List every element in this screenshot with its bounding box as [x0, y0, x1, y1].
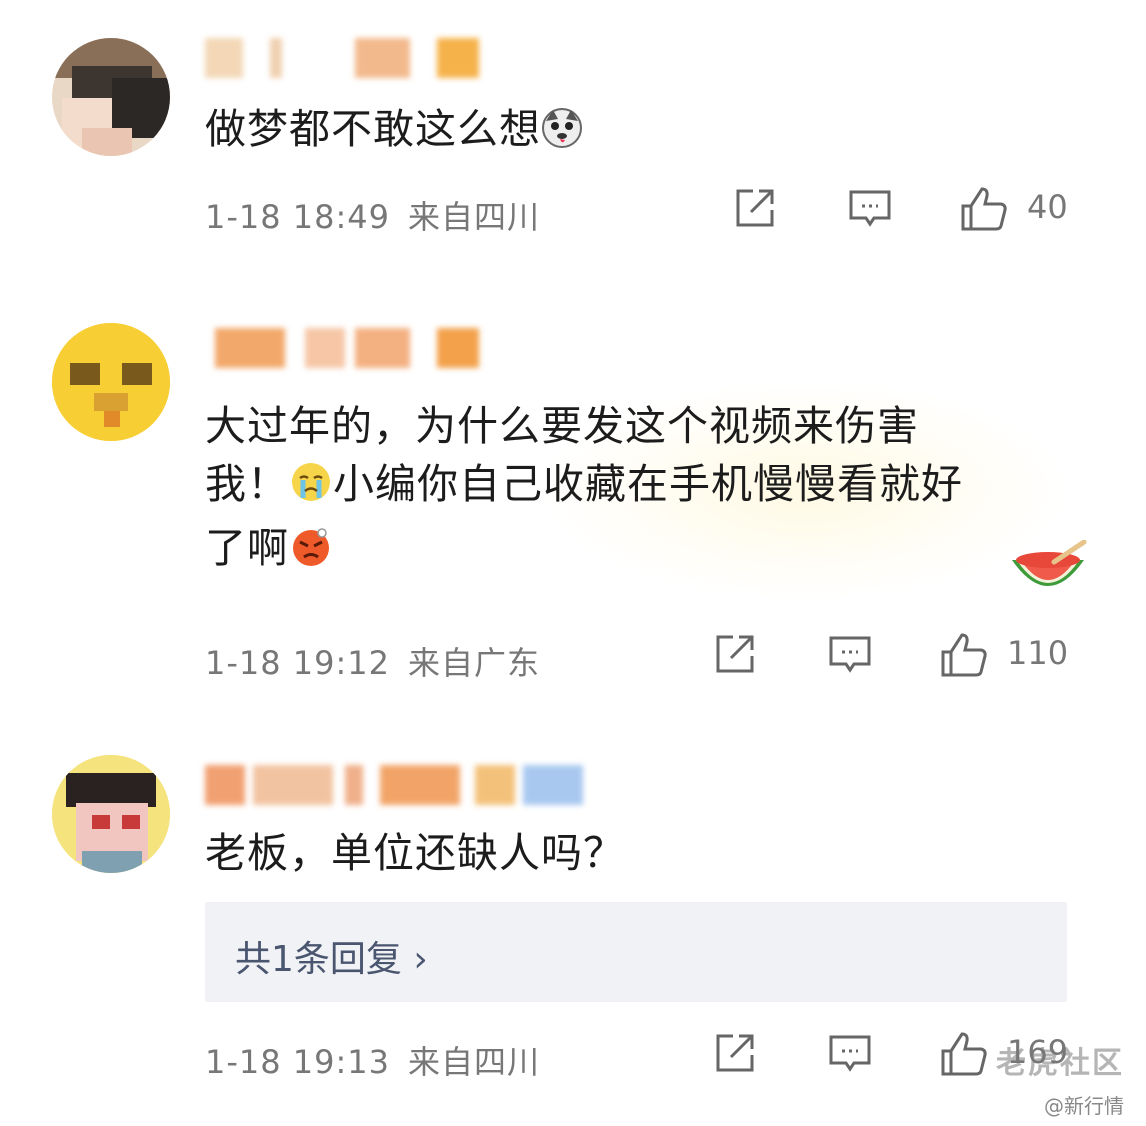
angry-emoji-icon — [289, 524, 333, 583]
like-icon[interactable] — [940, 632, 988, 682]
comment-icon[interactable] — [828, 632, 872, 680]
comment-text-line-1: 大过年的，为什么要发这个视频来伤害 — [205, 402, 919, 450]
comment-icon[interactable] — [828, 1031, 872, 1079]
avatar[interactable] — [52, 38, 170, 156]
share-icon[interactable] — [733, 186, 777, 234]
like-count: 110 — [1007, 634, 1069, 672]
comment-actions: 110 — [0, 632, 1146, 680]
avatar[interactable] — [52, 323, 170, 441]
watermelon-sticker-icon — [1008, 539, 1088, 610]
husky-emoji-icon — [541, 106, 583, 164]
like-icon[interactable] — [940, 1031, 988, 1081]
comment-text-line-3: 了啊 — [205, 519, 1035, 583]
comment-text: 做梦都不敢这么想 — [205, 100, 1035, 164]
username-blurred[interactable] — [205, 38, 485, 78]
username-blurred[interactable] — [205, 328, 485, 368]
like-icon[interactable] — [960, 186, 1008, 236]
comment-text: 老板，单位还缺人吗？ — [205, 829, 625, 877]
avatar[interactable] — [52, 755, 170, 873]
username-blurred[interactable] — [205, 765, 585, 805]
comment-actions: 40 — [0, 186, 1146, 234]
reply-summary-box[interactable]: 共1条回复 › — [205, 902, 1067, 1002]
comment-actions: 169 — [0, 1031, 1146, 1079]
share-icon[interactable] — [713, 632, 757, 680]
comment-text-line-2: 我！ 小编你自己收藏在手机慢慢看就好 — [205, 455, 1035, 519]
crying-emoji-icon — [289, 460, 333, 519]
share-icon[interactable] — [713, 1031, 757, 1079]
reply-summary-link[interactable]: 共1条回复 › — [235, 930, 428, 982]
comment-text: 大过年的，为什么要发这个视频来伤害 我！ 小编你自己收藏在手机慢慢看就好 了啊 — [205, 397, 1035, 583]
comment-icon[interactable] — [848, 186, 892, 234]
like-count: 40 — [1027, 188, 1068, 226]
watermark-sub: @新行情 — [1044, 1094, 1124, 1118]
watermark-main: 老虎社区 — [996, 1046, 1124, 1081]
